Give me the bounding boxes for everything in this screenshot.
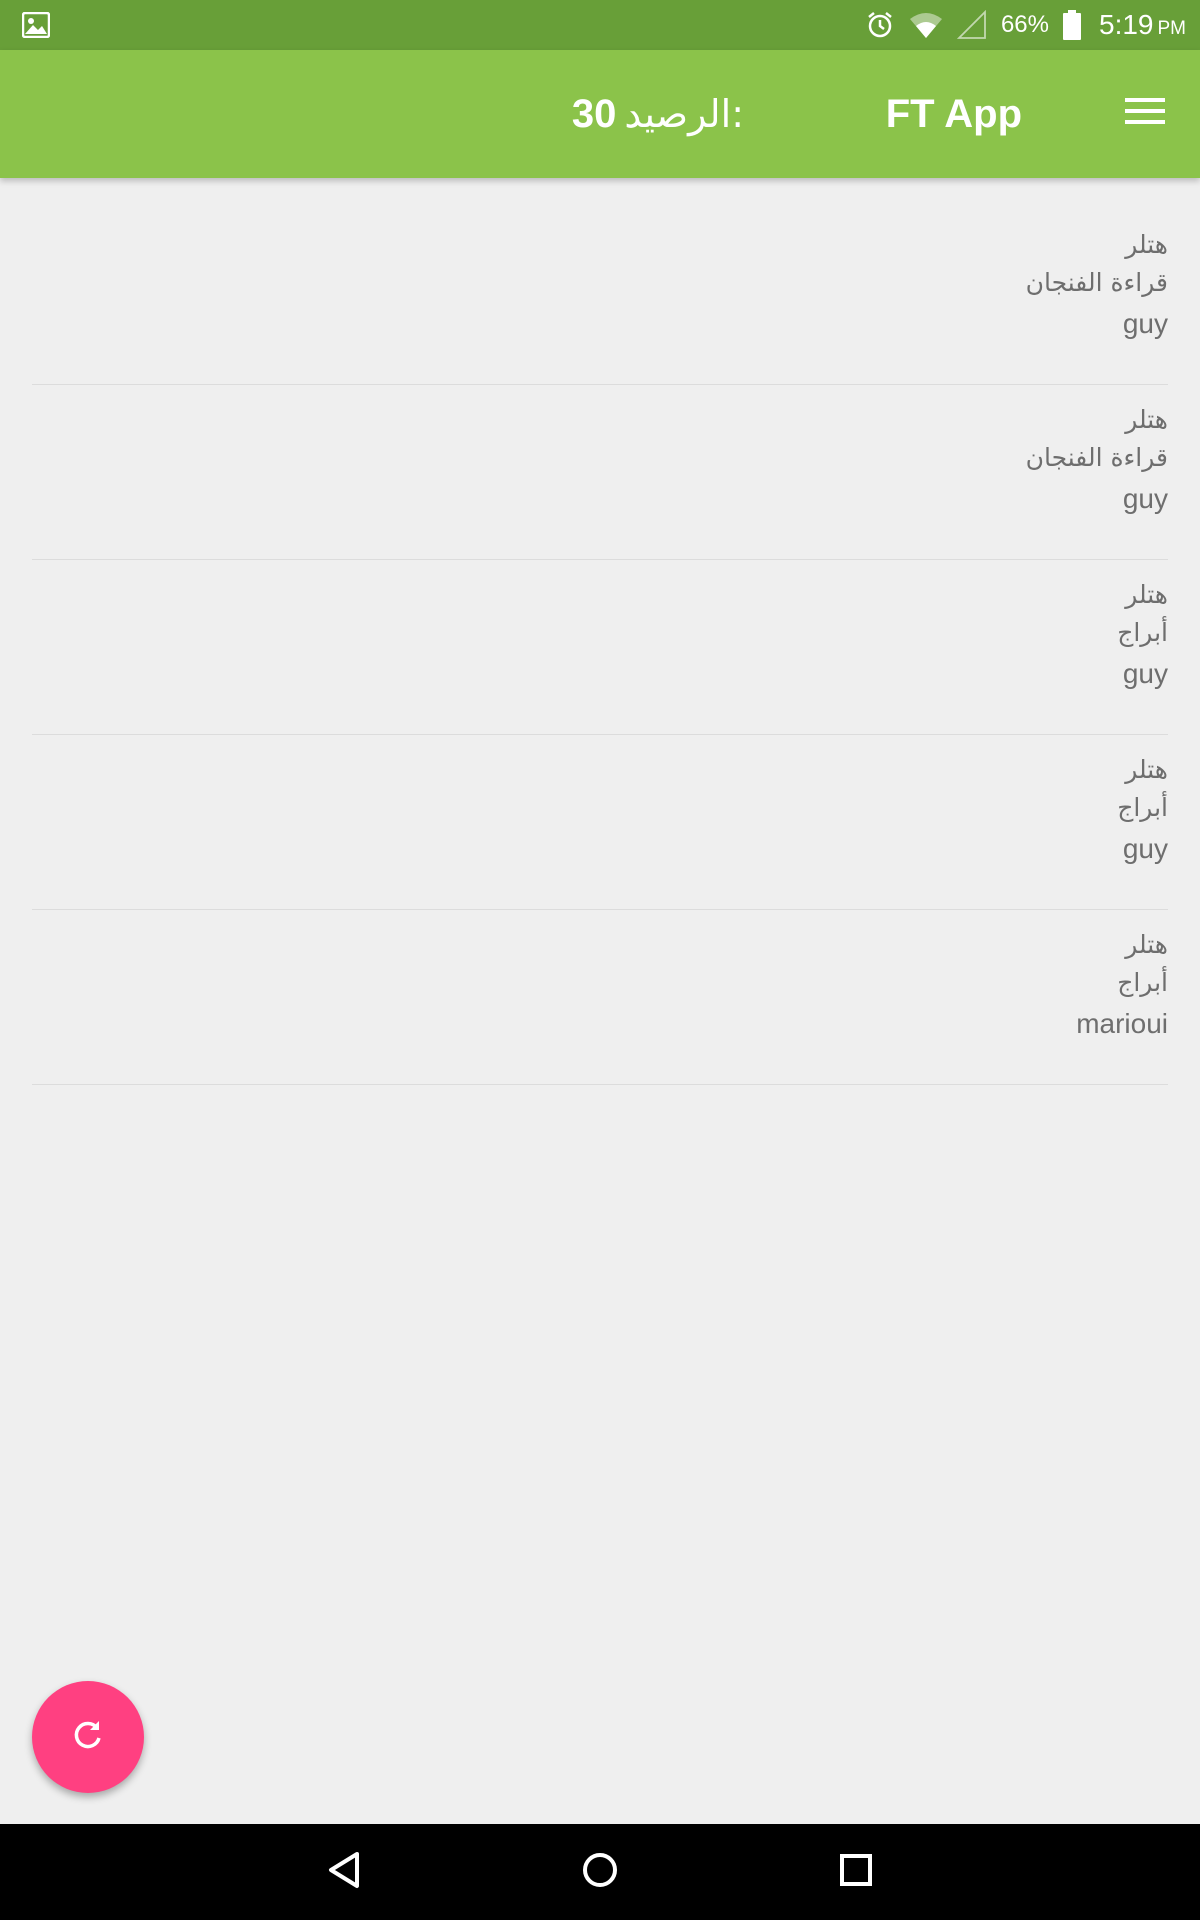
alarm-icon — [865, 10, 895, 40]
home-button[interactable] — [570, 1842, 630, 1902]
gallery-icon — [21, 11, 51, 39]
item-category: أبراج — [1117, 968, 1168, 997]
balance-value: 30 — [571, 92, 617, 136]
signal-icon — [956, 10, 987, 40]
home-icon — [580, 1850, 620, 1894]
menu-button[interactable] — [1112, 80, 1178, 146]
item-list: هتلر قراءة الفنجان guy هتلر قراءة الفنجا… — [32, 210, 1168, 1085]
item-user: guy — [1122, 658, 1168, 689]
list-item[interactable]: هتلر أبراج guy — [32, 735, 1168, 910]
app-bar: 30 الرصيد: FT App — [0, 50, 1200, 178]
back-button[interactable] — [314, 1842, 374, 1902]
wifi-icon — [909, 11, 943, 39]
item-title: هتلر — [1125, 580, 1168, 609]
list-item[interactable]: هتلر أبراج marioui — [32, 910, 1168, 1085]
battery-icon — [1063, 10, 1081, 40]
battery-percent: 66% — [1000, 11, 1049, 38]
navigation-bar — [0, 1824, 1200, 1920]
hamburger-menu-icon — [1125, 96, 1165, 130]
item-title: هتلر — [1125, 230, 1168, 259]
app-title: FT App — [885, 92, 1022, 136]
item-user: marioui — [1076, 1008, 1168, 1039]
item-title: هتلر — [1125, 930, 1168, 959]
balance-label: الرصيد: — [624, 92, 744, 136]
refresh-button[interactable] — [32, 1681, 144, 1793]
recents-button[interactable] — [826, 1842, 886, 1902]
item-title: هتلر — [1125, 755, 1168, 784]
clock: 5:19 PM — [1099, 9, 1186, 41]
back-icon — [326, 1850, 362, 1894]
balance: 30 الرصيد: — [572, 50, 744, 178]
clock-ampm: PM — [1157, 18, 1187, 39]
item-category: قراءة الفنجان — [1025, 268, 1168, 297]
item-category: أبراج — [1117, 618, 1168, 647]
refresh-icon — [68, 1715, 108, 1759]
item-user: guy — [1122, 483, 1168, 514]
list-item[interactable]: هتلر أبراج guy — [32, 560, 1168, 735]
item-user: guy — [1122, 308, 1168, 339]
list-item[interactable]: هتلر قراءة الفنجان guy — [32, 385, 1168, 560]
list-item[interactable]: هتلر قراءة الفنجان guy — [32, 210, 1168, 385]
item-category: أبراج — [1117, 793, 1168, 822]
item-category: قراءة الفنجان — [1025, 443, 1168, 472]
status-icons: 66% 5:19 PM — [851, 0, 1186, 50]
item-title: هتلر — [1125, 405, 1168, 434]
item-user: guy — [1122, 833, 1168, 864]
clock-time: 5:19 — [1099, 9, 1154, 40]
recents-icon — [838, 1852, 874, 1892]
status-bar: 66% 5:19 PM — [0, 0, 1200, 50]
